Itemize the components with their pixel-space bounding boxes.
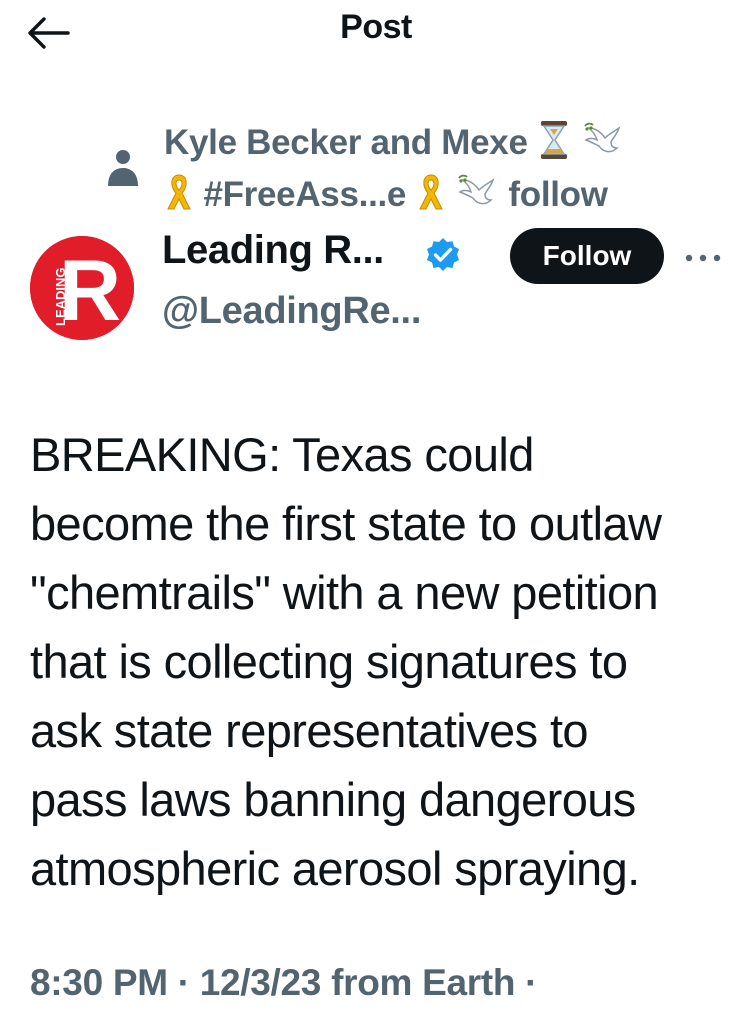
- post-source: from Earth: [331, 962, 516, 1003]
- post-text: BREAKING: Texas could become the first s…: [30, 420, 730, 903]
- social-context-line-1: Kyle Becker and Mexe: [164, 120, 625, 169]
- post-text-line: ask state representatives to: [30, 704, 589, 757]
- social-context-line-2: #FreeAss...e follow: [164, 172, 608, 221]
- post-text-line: "chemtrails" with a new petition: [30, 566, 659, 619]
- follow-button[interactable]: Follow: [510, 228, 664, 284]
- meta-separator: ·: [525, 962, 538, 1003]
- post-text-line: become the first state to outlaw: [30, 497, 662, 550]
- post-text-line: atmospheric aerosol spraying.: [30, 842, 640, 895]
- post-metadata: 8:30 PM · 12/3/23 from Earth ·: [30, 962, 537, 1004]
- meta-separator: ·: [177, 962, 190, 1003]
- social-context-names: Kyle Becker and Mexe: [164, 122, 528, 162]
- author-display-name[interactable]: Leading R...: [162, 228, 384, 273]
- post-text-line: BREAKING: Texas could: [30, 428, 534, 481]
- avatar-text: LEADING: [53, 268, 68, 327]
- post-text-line: that is collecting signatures to: [30, 635, 628, 688]
- person-icon: [108, 150, 138, 186]
- more-icon: [685, 254, 721, 262]
- dove-icon: [583, 120, 623, 169]
- verified-badge-icon: [427, 238, 459, 271]
- yellow-ribbon-icon: [418, 173, 444, 220]
- author-handle[interactable]: @LeadingRe...: [162, 290, 421, 333]
- avatar-letter: R: [59, 243, 121, 339]
- more-options-button[interactable]: [680, 240, 726, 276]
- post-text-line: pass laws banning dangerous: [30, 773, 636, 826]
- page-title: Post: [340, 8, 412, 46]
- social-context-follow: follow: [508, 174, 608, 214]
- avatar[interactable]: R LEADING: [30, 236, 134, 340]
- hourglass-icon: [539, 120, 569, 169]
- post-date[interactable]: 12/3/23: [200, 962, 322, 1003]
- yellow-ribbon-icon: [166, 173, 192, 220]
- dove-icon: [457, 172, 497, 221]
- social-context-hashtag: #FreeAss...e: [203, 174, 407, 214]
- post-time[interactable]: 8:30 PM: [30, 962, 168, 1003]
